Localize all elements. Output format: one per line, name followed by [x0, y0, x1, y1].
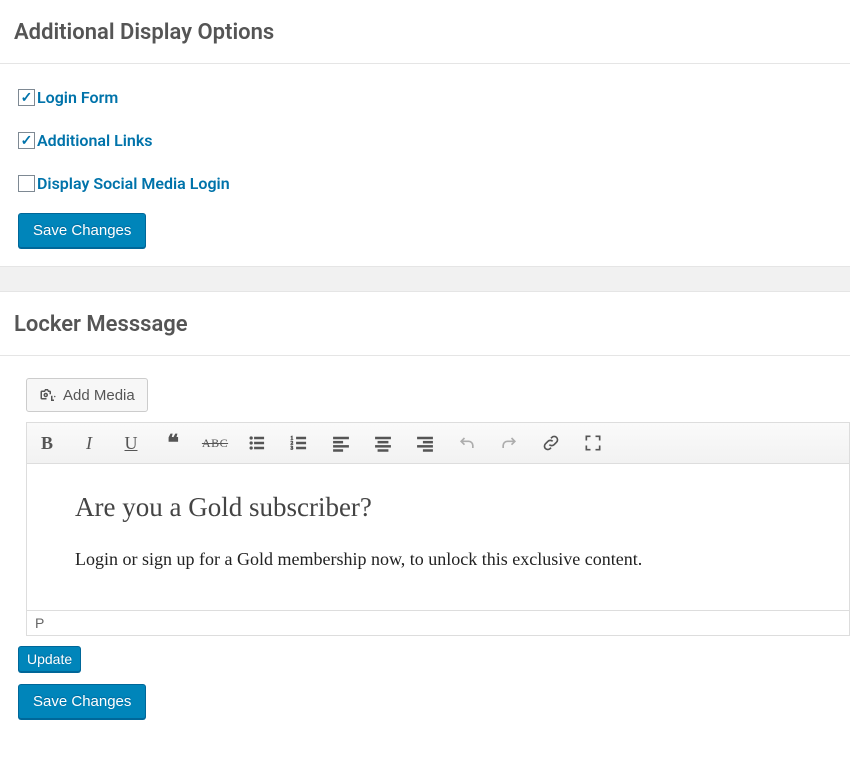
align-right-button[interactable] — [413, 429, 437, 457]
undo-button[interactable] — [455, 429, 479, 457]
blockquote-button[interactable]: ❝ — [161, 429, 185, 457]
add-media-button[interactable]: Add Media — [26, 378, 148, 412]
bullet-list-button[interactable] — [245, 429, 269, 457]
underline-button[interactable]: U — [119, 429, 143, 457]
align-left-icon — [331, 433, 351, 453]
redo-button[interactable] — [497, 429, 521, 457]
checkbox-social-login[interactable] — [18, 175, 35, 192]
align-right-icon — [415, 433, 435, 453]
checkbox-row-additional-links: Additional Links — [0, 119, 850, 162]
link-icon — [541, 433, 561, 453]
svg-text:3: 3 — [291, 447, 294, 452]
link-button[interactable] — [539, 429, 563, 457]
camera-note-icon — [39, 386, 57, 404]
undo-icon — [457, 433, 477, 453]
add-media-label: Add Media — [63, 387, 135, 404]
rich-text-editor: B I U ❝ ABC 123 — [26, 422, 850, 636]
locker-message-title: Locker Messsage — [0, 292, 850, 356]
checkbox-row-login-form: Login Form — [0, 64, 850, 119]
bold-button[interactable]: B — [35, 429, 59, 457]
label-additional-links[interactable]: Additional Links — [37, 131, 153, 150]
editor-content-area[interactable]: Are you a Gold subscriber? Login or sign… — [27, 464, 849, 610]
editor-toolbar: B I U ❝ ABC 123 — [27, 423, 849, 464]
align-center-icon — [373, 433, 393, 453]
strikethrough-button[interactable]: ABC — [203, 429, 227, 457]
section-divider — [0, 266, 850, 292]
numbered-list-icon: 123 — [289, 433, 309, 453]
label-login-form[interactable]: Login Form — [37, 88, 118, 107]
fullscreen-icon — [583, 433, 603, 453]
checkbox-row-social-login: Display Social Media Login — [0, 162, 850, 205]
save-changes-button-2[interactable]: Save Changes — [18, 684, 146, 719]
content-heading: Are you a Gold subscriber? — [75, 492, 801, 523]
numbered-list-button[interactable]: 123 — [287, 429, 311, 457]
italic-button[interactable]: I — [77, 429, 101, 457]
update-button[interactable]: Update — [18, 646, 81, 672]
display-options-title: Additional Display Options — [0, 0, 850, 64]
bullet-list-icon — [247, 433, 267, 453]
content-paragraph: Login or sign up for a Gold membership n… — [75, 549, 801, 570]
redo-icon — [499, 433, 519, 453]
checkbox-login-form[interactable] — [18, 89, 35, 106]
editor-status-path: P — [27, 610, 849, 635]
save-changes-button[interactable]: Save Changes — [18, 213, 146, 248]
checkbox-additional-links[interactable] — [18, 132, 35, 149]
fullscreen-button[interactable] — [581, 429, 605, 457]
align-center-button[interactable] — [371, 429, 395, 457]
align-left-button[interactable] — [329, 429, 353, 457]
label-social-login[interactable]: Display Social Media Login — [37, 174, 230, 193]
